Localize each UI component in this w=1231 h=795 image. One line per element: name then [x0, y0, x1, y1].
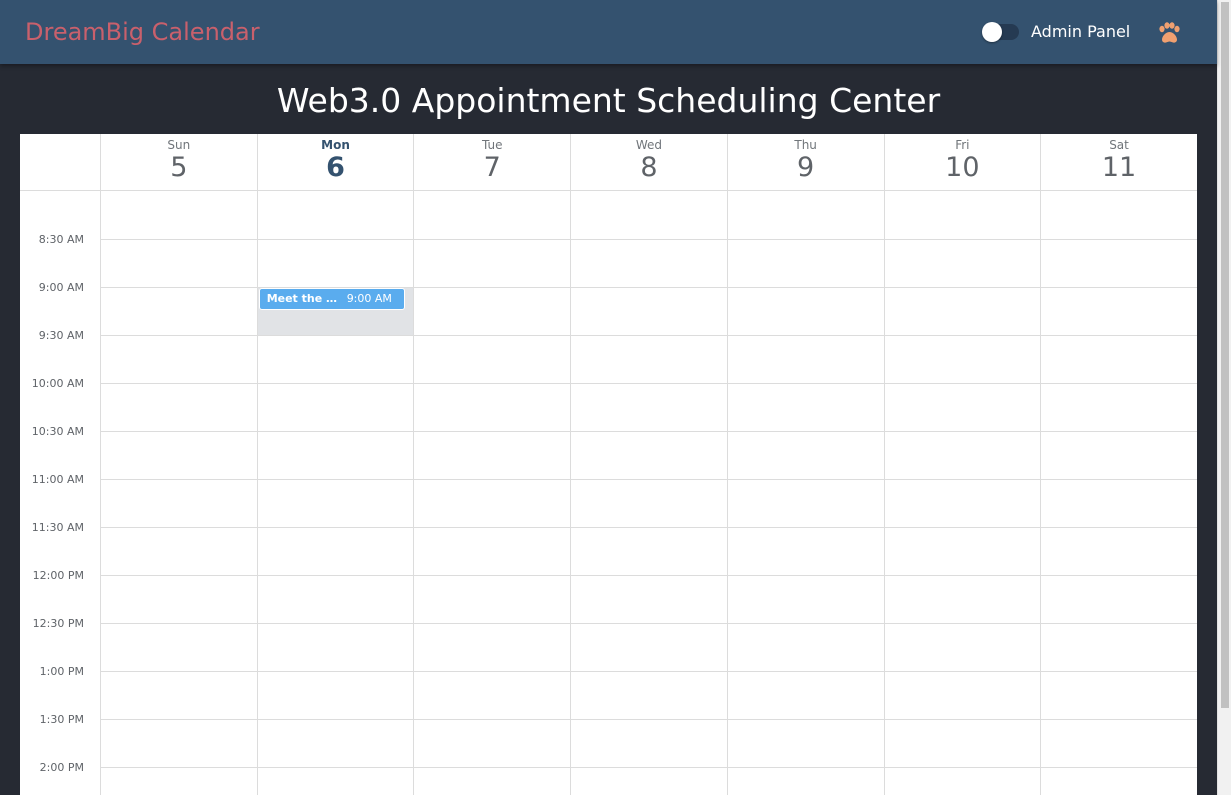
event-time: 9:00 AM — [346, 292, 392, 305]
paw-icon[interactable] — [1157, 22, 1181, 44]
brand-logo[interactable]: DreamBig Calendar — [25, 15, 260, 49]
page-scrollbar[interactable] — [1217, 0, 1231, 795]
time-gridline — [100, 623, 1197, 624]
page-title: Web3.0 Appointment Scheduling Center — [276, 81, 941, 120]
time-label: 9:00 AM — [38, 281, 84, 294]
scrollbar-thumb[interactable] — [1221, 2, 1229, 708]
calendar-body: 8:30 AM 9:00 AM 9:30 AM 10:00 AM 10:30 AM 11:… — [20, 191, 1197, 795]
day-number: 7 — [483, 152, 501, 183]
day-header-thu[interactable]: Thu 9 — [726, 134, 884, 190]
day-name: Fri — [955, 138, 970, 152]
time-label: 2:00 PM — [39, 761, 84, 774]
time-label: 10:00 AM — [31, 377, 84, 390]
time-gridline — [100, 527, 1197, 528]
time-gridline — [100, 479, 1197, 480]
day-name: Mon — [321, 138, 350, 152]
day-name: Sun — [167, 138, 191, 152]
time-label: 12:30 PM — [32, 617, 84, 630]
day-column-thu[interactable] — [726, 191, 884, 795]
time-gridline — [100, 671, 1197, 672]
day-number: 6 — [326, 152, 345, 183]
time-label: 12:00 PM — [32, 569, 84, 582]
day-name: Wed — [635, 138, 663, 152]
time-gridline — [100, 575, 1197, 576]
day-number: 10 — [945, 152, 980, 183]
day-number: 9 — [797, 152, 815, 183]
day-name: Sat — [1109, 138, 1129, 152]
day-column-sat[interactable] — [1040, 191, 1197, 795]
day-header-mon[interactable]: Mon 6 — [256, 134, 414, 190]
calendar-header: Sun 5 Mon 6 Tue 7 Wed 8 Thu 9 Fri 10 Sat 11 — [20, 134, 1197, 191]
day-number: 11 — [1101, 152, 1137, 183]
time-gridline — [100, 335, 1197, 336]
day-name: Tue — [481, 138, 503, 152]
time-label: 9:30 AM — [38, 329, 84, 342]
day-column-sun[interactable] — [100, 191, 257, 795]
day-column-tue[interactable] — [413, 191, 570, 795]
time-label: 10:30 AM — [31, 425, 84, 438]
calendar-event[interactable]: Meet the wo...9:00 AM — [258, 288, 406, 310]
time-gridline — [100, 383, 1197, 384]
day-header-sun[interactable]: Sun 5 — [100, 134, 257, 190]
day-header-sat[interactable]: Sat 11 — [1040, 134, 1197, 190]
time-gridline — [100, 767, 1197, 768]
day-number: 5 — [170, 152, 188, 183]
day-column-wed[interactable] — [570, 191, 727, 795]
day-header-wed[interactable]: Wed 8 — [570, 134, 727, 190]
admin-panel-label[interactable]: Admin Panel — [1031, 21, 1130, 43]
day-column-mon[interactable] — [256, 191, 414, 795]
admin-toggle[interactable] — [982, 22, 1019, 42]
top-navbar: DreamBig Calendar Admin Panel — [0, 0, 1217, 64]
time-label: 11:00 AM — [31, 473, 84, 486]
day-column-fri[interactable] — [883, 191, 1041, 795]
day-header-fri[interactable]: Fri 10 — [883, 134, 1041, 190]
time-label: 1:30 PM — [39, 713, 84, 726]
day-name: Thu — [794, 138, 817, 152]
time-label: 11:30 AM — [31, 521, 84, 534]
day-number: 8 — [640, 152, 658, 183]
toggle-knob[interactable] — [982, 22, 1002, 42]
time-gridline — [100, 431, 1197, 432]
time-label: 1:00 PM — [39, 665, 84, 678]
day-header-tue[interactable]: Tue 7 — [413, 134, 570, 190]
time-gridline — [100, 239, 1197, 240]
time-gridline — [100, 719, 1197, 720]
week-calendar: Sun 5 Mon 6 Tue 7 Wed 8 Thu 9 Fri 10 Sat 11 8:30 AM 9:… — [20, 134, 1197, 795]
time-label: 8:30 AM — [38, 233, 84, 246]
event-title: Meet the wo... — [266, 292, 347, 305]
